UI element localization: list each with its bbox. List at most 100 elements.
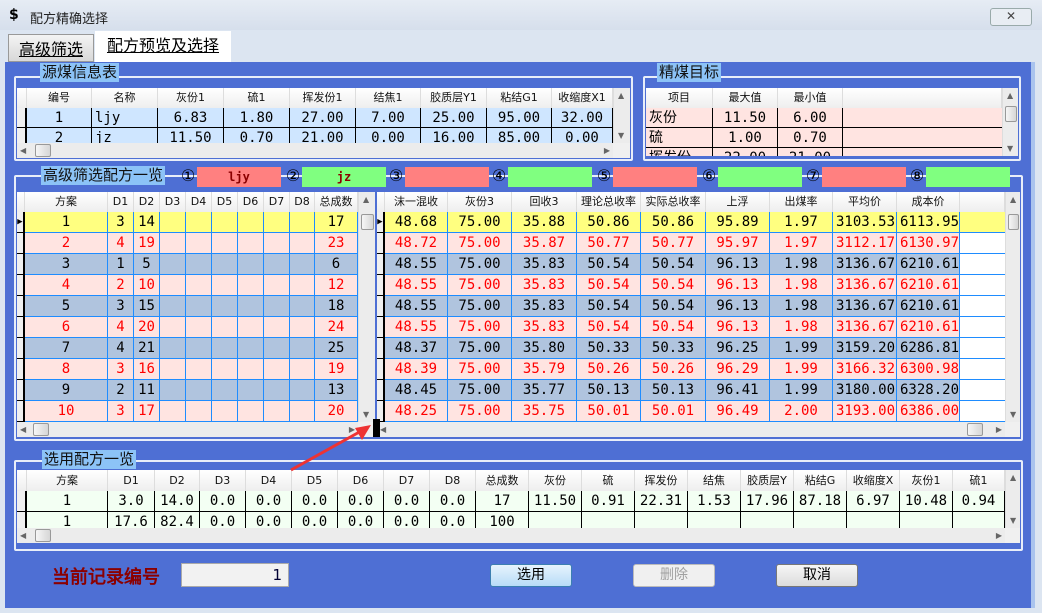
table-cell[interactable]: [186, 359, 212, 380]
close-button[interactable]: ✕: [990, 8, 1032, 26]
scroll-thumb[interactable]: [1008, 214, 1019, 230]
row-header[interactable]: [17, 108, 27, 128]
column-header[interactable]: 沫一混收: [385, 192, 448, 212]
cancel-button[interactable]: 取消: [776, 564, 858, 587]
row-header[interactable]: [377, 254, 385, 275]
table-cell[interactable]: 6386.00: [897, 401, 960, 422]
table-cell[interactable]: 11.50: [713, 108, 778, 128]
table-cell[interactable]: [264, 296, 290, 317]
scroll-thumb[interactable]: [1005, 106, 1017, 122]
column-header[interactable]: D2: [134, 192, 160, 212]
scroll-down-icon[interactable]: ▼: [1007, 144, 1013, 153]
table-cell[interactable]: 87.18: [794, 491, 847, 512]
table-cell[interactable]: [160, 359, 186, 380]
table-cell[interactable]: [264, 380, 290, 401]
table-cell[interactable]: 1.80: [224, 108, 290, 128]
row-header[interactable]: [377, 317, 385, 338]
table-cell[interactable]: 50.54: [641, 317, 706, 338]
table-cell[interactable]: 6210.61: [897, 317, 960, 338]
table-cell[interactable]: 25: [315, 338, 358, 359]
table-cell[interactable]: 3166.32: [833, 359, 897, 380]
table-cell[interactable]: [212, 359, 238, 380]
table-cell[interactable]: 50.33: [641, 338, 706, 359]
table-cell[interactable]: 1.99: [770, 359, 833, 380]
scroll-right-icon[interactable]: ▶: [996, 531, 1002, 540]
column-header[interactable]: D1: [108, 192, 134, 212]
table-cell[interactable]: [290, 338, 315, 359]
table-cell[interactable]: 50.01: [641, 401, 706, 422]
table-cell[interactable]: [186, 317, 212, 338]
table-cell[interactable]: 0.0: [200, 491, 246, 512]
table-cell[interactable]: [290, 296, 315, 317]
table-cell[interactable]: 50.33: [577, 338, 641, 359]
horizontal-scrollbar[interactable]: ◀ ▶: [17, 528, 1005, 543]
table-cell[interactable]: [186, 275, 212, 296]
table-cell[interactable]: [160, 296, 186, 317]
table-cell[interactable]: 48.45: [385, 380, 448, 401]
row-header[interactable]: [17, 359, 25, 380]
table-cell[interactable]: 35.88: [512, 212, 577, 233]
table-cell[interactable]: 6.83: [158, 108, 224, 128]
table-cell[interactable]: 4: [108, 233, 134, 254]
column-header[interactable]: 灰份3: [448, 192, 512, 212]
column-header[interactable]: D7: [384, 470, 430, 491]
scroll-up-icon[interactable]: ▲: [1010, 473, 1016, 482]
scroll-right-icon[interactable]: ▶: [996, 425, 1002, 434]
table-cell[interactable]: 21.00: [778, 148, 843, 156]
table-cell[interactable]: [212, 233, 238, 254]
column-header[interactable]: D2: [155, 470, 200, 491]
table-cell[interactable]: 27.00: [290, 108, 356, 128]
column-header[interactable]: 结焦: [688, 470, 741, 491]
column-header[interactable]: 收缩度X1: [552, 88, 613, 108]
scroll-up-icon[interactable]: ▲: [1010, 195, 1016, 204]
table-cell[interactable]: 3136.67: [833, 296, 897, 317]
scroll-thumb[interactable]: [33, 423, 49, 436]
table-cell[interactable]: 1.97: [770, 233, 833, 254]
column-header[interactable]: 总成数: [476, 470, 529, 491]
table-cell[interactable]: 75.00: [448, 233, 512, 254]
column-header[interactable]: 编号: [27, 88, 92, 108]
vertical-scrollbar[interactable]: ▲ ▼: [1002, 88, 1018, 156]
table-cell[interactable]: 48.55: [385, 275, 448, 296]
table-cell[interactable]: 50.77: [641, 233, 706, 254]
table-cell[interactable]: 15: [134, 296, 160, 317]
row-header[interactable]: [17, 491, 27, 512]
scroll-right-icon[interactable]: ▶: [604, 146, 610, 155]
table-cell[interactable]: [212, 401, 238, 422]
table-cell[interactable]: 挥发份: [646, 148, 713, 156]
scroll-up-icon[interactable]: ▲: [363, 195, 369, 204]
table-cell[interactable]: [186, 233, 212, 254]
table-cell[interactable]: 3193.00: [833, 401, 897, 422]
scroll-down-icon[interactable]: ▼: [363, 410, 369, 419]
table-cell[interactable]: 95.89: [706, 212, 770, 233]
table-cell[interactable]: 硫: [646, 128, 713, 148]
table-cell[interactable]: 0.0: [246, 491, 292, 512]
column-header[interactable]: D6: [238, 192, 264, 212]
scroll-thumb[interactable]: [35, 144, 51, 157]
table-cell[interactable]: 19: [315, 359, 358, 380]
scroll-left-icon[interactable]: ◀: [380, 425, 386, 434]
table-cell[interactable]: 14: [134, 212, 160, 233]
table-cell[interactable]: 35.77: [512, 380, 577, 401]
table-cell[interactable]: 50.86: [641, 212, 706, 233]
table-cell[interactable]: 35.87: [512, 233, 577, 254]
column-header[interactable]: 出煤率: [770, 192, 833, 212]
column-header[interactable]: D1: [108, 470, 155, 491]
table-cell[interactable]: 2: [108, 275, 134, 296]
table-cell[interactable]: 1.97: [770, 212, 833, 233]
scroll-up-icon[interactable]: ▲: [1007, 91, 1013, 100]
table-cell[interactable]: 22.00: [713, 148, 778, 156]
table-cell[interactable]: 13: [315, 380, 358, 401]
table-cell[interactable]: 48.72: [385, 233, 448, 254]
table-cell[interactable]: [290, 254, 315, 275]
table-cell[interactable]: 0.0: [292, 491, 338, 512]
table-cell[interactable]: 0.0: [384, 491, 430, 512]
table-cell[interactable]: 17: [134, 401, 160, 422]
vertical-scrollbar[interactable]: ▲ ▼: [1005, 192, 1020, 422]
table-cell[interactable]: [212, 212, 238, 233]
column-header[interactable]: D4: [186, 192, 212, 212]
table-cell[interactable]: 96.25: [706, 338, 770, 359]
table-cell[interactable]: 95.97: [706, 233, 770, 254]
row-header[interactable]: ▶: [17, 212, 25, 233]
row-header[interactable]: [377, 380, 385, 401]
